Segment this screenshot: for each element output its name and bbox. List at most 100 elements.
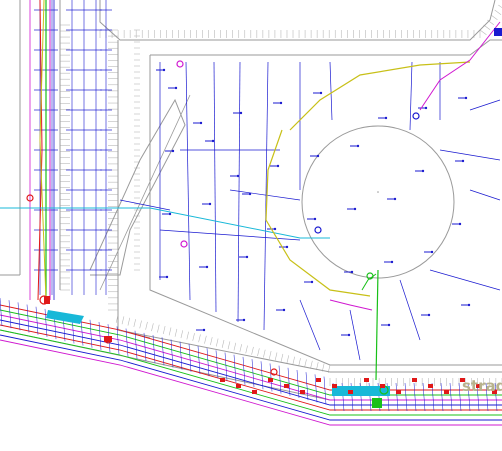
electric-symbol (180, 240, 188, 248)
survey-point (208, 202, 212, 206)
road-cross-tick (179, 341, 183, 370)
survey-point (353, 207, 357, 211)
road-cross-tick (440, 382, 444, 412)
curb-hatch (268, 351, 272, 359)
curb-hatch (292, 356, 295, 365)
road-cross-tick (233, 354, 237, 383)
curb-outline (99, 0, 496, 41)
road-cross-tick (305, 372, 309, 401)
electric-line (329, 299, 373, 311)
survey-block (494, 28, 502, 36)
road-cross-tick (26, 304, 30, 333)
survey-point (239, 111, 243, 115)
sewer-block (428, 384, 433, 388)
survey-line (329, 61, 333, 121)
curb-hatch (257, 348, 260, 357)
sewer-block (316, 378, 321, 382)
sewer-block (412, 378, 417, 382)
survey-point (430, 250, 434, 254)
curb-hatch (286, 355, 290, 364)
curb-hatch (180, 330, 184, 339)
roundabout-island (301, 125, 455, 279)
survey-point (316, 154, 320, 158)
survey-line (429, 269, 501, 291)
curb-hatch (479, 29, 487, 35)
curb-hatch (204, 335, 207, 344)
survey-line (469, 189, 501, 201)
curb-hatch (251, 346, 254, 355)
curb-hatch (215, 338, 219, 347)
survey-point (384, 116, 388, 120)
curb-outline (149, 55, 502, 366)
curb-hatch (239, 344, 242, 353)
sewer-block (284, 384, 289, 388)
roundabout-circle (301, 125, 455, 279)
survey-point (165, 275, 169, 279)
survey-point (174, 86, 178, 90)
road-cross-tick (35, 306, 39, 335)
electric-symbol (176, 60, 184, 68)
survey-point (236, 174, 240, 178)
street-name-label: strad (462, 377, 502, 395)
curb-hatch (198, 334, 201, 343)
survey-point (199, 121, 203, 125)
sewer-block (332, 384, 337, 388)
survey-point (245, 255, 249, 259)
survey-point (424, 106, 428, 110)
curb-hatch (233, 342, 237, 351)
road-cross-tick (206, 348, 210, 377)
water-meter-block (372, 398, 382, 408)
sewer-block (220, 378, 225, 382)
curb-hatch (245, 345, 248, 354)
survey-line (159, 229, 301, 241)
survey-line (237, 61, 241, 323)
road-cross-tick (170, 339, 174, 368)
curb-hatch (280, 353, 284, 362)
road-cross-tick (422, 382, 426, 412)
sewer-block (380, 384, 385, 388)
survey-point (390, 260, 394, 264)
survey-point (279, 101, 283, 105)
site-plan-map[interactable]: strad (0, 0, 502, 451)
survey-line (349, 309, 361, 361)
island-outline (99, 94, 191, 291)
survey-marker (412, 112, 420, 120)
survey-point (356, 144, 360, 148)
survey-point (427, 313, 431, 317)
survey-point (467, 303, 471, 307)
sewer-block (348, 390, 353, 394)
curb-outline (117, 40, 151, 339)
survey-line (229, 189, 301, 201)
curb-hatch (186, 331, 189, 340)
utility-lines (0, 0, 502, 426)
survey-point (202, 328, 206, 332)
sewer-block (268, 378, 273, 382)
road-cross-tick (188, 343, 192, 372)
sewer-block (44, 296, 50, 304)
road-cross-tick (44, 308, 48, 337)
gas-line (289, 61, 471, 131)
road-cross-tick (296, 369, 300, 399)
curb-hatch (162, 326, 166, 334)
curb-hatch (498, 4, 502, 9)
survey-point (310, 280, 314, 284)
curb-hatch (227, 341, 231, 350)
road-cross-tick (197, 345, 201, 375)
survey-point (347, 333, 351, 337)
survey-marker (314, 226, 322, 234)
survey-point (282, 308, 286, 312)
survey-point (458, 222, 462, 226)
map-canvas[interactable] (0, 0, 502, 451)
curb-hatch (210, 337, 213, 346)
road-cross-tick (17, 302, 21, 331)
telecom-duct (46, 310, 84, 324)
sewer-block (444, 390, 449, 394)
survey-point (285, 245, 289, 249)
curb-hatch (157, 324, 160, 333)
curb-hatch (192, 332, 195, 341)
center-mark (377, 191, 379, 193)
road-cross-tick (413, 382, 417, 412)
survey-line (213, 61, 217, 313)
road-cross-tick (458, 382, 462, 412)
survey-point (393, 197, 397, 201)
